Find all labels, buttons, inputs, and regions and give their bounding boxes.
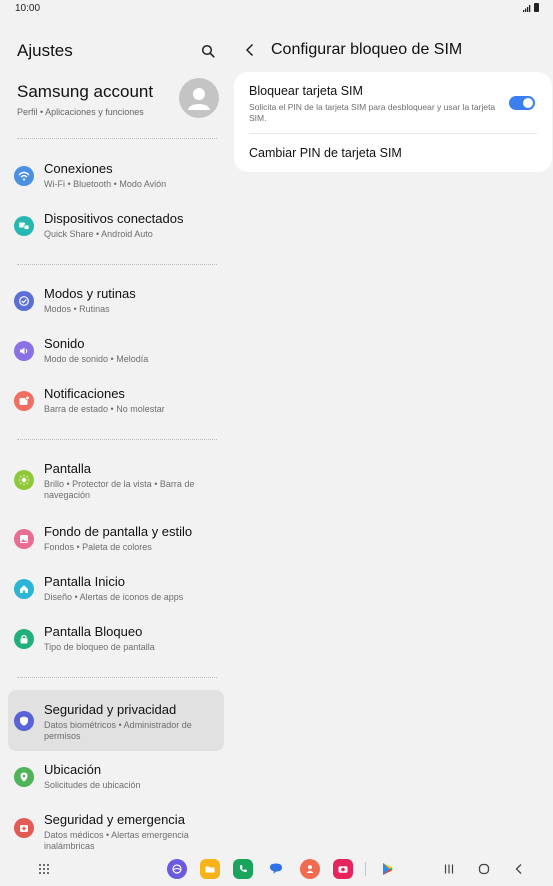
apps-grid-icon — [39, 864, 49, 874]
search-icon — [201, 44, 215, 58]
search-button[interactable] — [197, 40, 219, 62]
wifi-icon — [14, 166, 34, 186]
lock-sim-description: Solicita el PIN de la tarjeta SIM para d… — [249, 102, 496, 123]
messages-app-icon[interactable] — [266, 859, 286, 879]
samsung-account[interactable]: Samsung account Perfil • Aplicaciones y … — [17, 78, 219, 122]
camera-app-icon[interactable] — [333, 859, 353, 879]
account-name: Samsung account — [17, 82, 154, 101]
item-label: Notificaciones — [44, 386, 125, 401]
item-subtitle: Datos biométricos • Administrador de per… — [44, 720, 192, 741]
settings-item-seguridad-emergencia[interactable]: Seguridad y emergencia Datos médicos • A… — [8, 804, 224, 852]
divider — [17, 138, 217, 139]
divider — [249, 133, 537, 134]
item-label: Seguridad y emergencia — [44, 812, 185, 827]
item-subtitle: Wi-Fi • Bluetooth • Modo Avión — [44, 179, 167, 189]
item-subtitle: Modos • Rutinas — [44, 304, 110, 314]
settings-header: Ajustes — [17, 40, 217, 62]
emergency-icon — [14, 818, 34, 838]
change-sim-pin-item[interactable]: Cambiar PIN de tarjeta SIM — [249, 146, 402, 160]
detail-title: Configurar bloqueo de SIM — [271, 41, 463, 58]
divider — [17, 677, 217, 678]
chevron-left-icon — [245, 43, 254, 57]
lock-icon — [14, 629, 34, 649]
divider — [17, 264, 217, 265]
item-subtitle: Modo de sonido • Melodía — [44, 354, 149, 364]
settings-item-modos-rutinas[interactable]: Modos y rutinas Modos • Rutinas — [8, 278, 224, 324]
app-drawer-button[interactable] — [37, 862, 51, 876]
item-subtitle: Quick Share • Android Auto — [44, 229, 153, 239]
play-store-app-icon[interactable] — [378, 859, 398, 879]
wallpaper-icon — [14, 529, 34, 549]
my-files-app-icon[interactable] — [200, 859, 220, 879]
toggle-knob — [523, 98, 533, 108]
lock-sim-title[interactable]: Bloquear tarjeta SIM — [249, 84, 363, 98]
notification-icon — [14, 391, 34, 411]
internet-app-icon[interactable] — [167, 859, 187, 879]
status-bar: 10:00 — [0, 0, 553, 18]
item-subtitle: Fondos • Paleta de colores — [44, 542, 152, 552]
avatar — [179, 78, 219, 118]
home-icon — [14, 579, 34, 599]
item-subtitle: Brillo • Protector de la vista • Barra d… — [44, 479, 195, 500]
home-button[interactable] — [476, 861, 492, 877]
back-nav-button[interactable] — [511, 861, 527, 877]
signal-icon — [523, 5, 531, 12]
item-label: Seguridad y privacidad — [44, 702, 177, 717]
shield-icon — [14, 710, 34, 731]
settings-item-fondo-pantalla[interactable]: Fondo de pantalla y estilo Fondos • Pale… — [8, 516, 224, 562]
settings-item-seguridad-privacidad[interactable]: Seguridad y privacidad Datos biométricos… — [8, 690, 224, 751]
home-circle-icon — [478, 863, 490, 875]
status-time: 10:00 — [15, 3, 41, 14]
navigation-bar — [0, 852, 553, 886]
person-icon — [188, 88, 210, 110]
recents-icon — [444, 864, 454, 874]
check-circle-icon — [14, 291, 34, 311]
item-label: Sonido — [44, 336, 85, 351]
sim-lock-card: Bloquear tarjeta SIM Solicita el PIN de … — [234, 72, 552, 172]
item-subtitle: Datos médicos • Alertas emergencia inalá… — [44, 830, 189, 851]
settings-item-conexiones[interactable]: Conexiones Wi-Fi • Bluetooth • Modo Avió… — [8, 153, 224, 199]
settings-item-pantalla-inicio[interactable]: Pantalla Inicio Diseño • Alertas de icon… — [8, 566, 224, 612]
divider — [17, 439, 217, 440]
devices-icon — [14, 216, 34, 236]
sun-icon — [14, 470, 34, 490]
item-label: Conexiones — [44, 161, 113, 176]
contacts-app-icon[interactable] — [300, 859, 320, 879]
item-label: Pantalla Bloqueo — [44, 624, 143, 639]
dock-separator — [365, 862, 366, 876]
settings-item-sonido[interactable]: Sonido Modo de sonido • Melodía — [8, 328, 224, 374]
account-subtitle: Perfil • Aplicaciones y funciones — [17, 107, 144, 117]
settings-item-notificaciones[interactable]: Notificaciones Barra de estado • No mole… — [8, 378, 224, 424]
item-subtitle: Diseño • Alertas de iconos de apps — [44, 592, 184, 602]
item-label: Dispositivos conectados — [44, 211, 184, 226]
item-label: Pantalla Inicio — [44, 574, 125, 589]
recents-button[interactable] — [441, 861, 457, 877]
settings-item-ubicacion[interactable]: Ubicación Solicitudes de ubicación — [8, 754, 224, 800]
item-label: Fondo de pantalla y estilo — [44, 524, 193, 539]
item-subtitle: Barra de estado • No molestar — [44, 404, 165, 414]
item-subtitle: Tipo de bloqueo de pantalla — [44, 642, 155, 652]
settings-item-pantalla-bloqueo[interactable]: Pantalla Bloqueo Tipo de bloqueo de pant… — [8, 616, 224, 662]
item-label: Modos y rutinas — [44, 286, 136, 301]
chevron-left-icon — [515, 864, 522, 874]
volume-icon — [14, 341, 34, 361]
item-subtitle: Solicitudes de ubicación — [44, 780, 141, 790]
phone-app-icon[interactable] — [233, 859, 253, 879]
page-title: Ajustes — [17, 41, 73, 60]
item-label: Pantalla — [44, 461, 91, 476]
battery-icon — [534, 3, 539, 12]
settings-item-dispositivos-conectados[interactable]: Dispositivos conectados Quick Share • An… — [8, 203, 224, 249]
back-button[interactable] — [245, 40, 261, 60]
settings-list-pane: Ajustes Samsung account Perfil • Aplicac… — [0, 30, 232, 852]
lock-sim-toggle[interactable] — [509, 96, 535, 110]
settings-item-pantalla[interactable]: Pantalla Brillo • Protector de la vista … — [8, 453, 224, 507]
location-icon — [14, 767, 34, 787]
item-label: Ubicación — [44, 762, 102, 777]
